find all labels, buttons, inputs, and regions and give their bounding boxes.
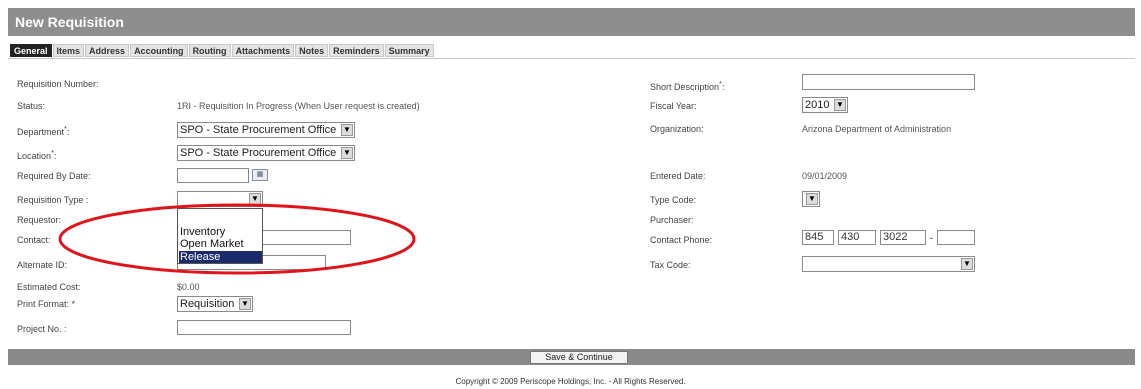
tab-summary[interactable]: Summary xyxy=(384,44,434,57)
entered-date-label: Entered Date: xyxy=(650,171,706,181)
purchaser-label: Purchaser: xyxy=(650,215,694,225)
fiscal-year-label: Fiscal Year: xyxy=(650,101,697,111)
fiscal-year-value: 2010 xyxy=(805,99,830,111)
location-label: Location*: xyxy=(17,148,57,161)
project-no-label: Project No. : xyxy=(17,324,67,334)
location-label-text: Location xyxy=(17,151,52,161)
page-title: New Requisition xyxy=(8,8,1135,36)
tab-notes[interactable]: Notes xyxy=(295,44,329,57)
chevron-down-icon: ▼ xyxy=(806,193,818,205)
chevron-down-icon: ▼ xyxy=(961,258,973,270)
tab-routing[interactable]: Routing xyxy=(188,44,231,57)
tax-code-label: Tax Code: xyxy=(650,260,691,270)
phone-extension-input[interactable] xyxy=(937,230,975,245)
chevron-down-icon: ▼ xyxy=(341,124,353,136)
tab-bar: General Items Address Accounting Routing… xyxy=(10,44,434,57)
print-format-select[interactable]: Requisition ▼ xyxy=(177,296,253,312)
tab-accounting[interactable]: Accounting xyxy=(130,44,188,57)
phone-prefix-input[interactable]: 430 xyxy=(838,230,876,245)
short-description-label-text: Short Description xyxy=(650,82,720,92)
short-description-label: Short Description*: xyxy=(650,79,725,92)
department-label-text: Department xyxy=(17,127,65,137)
organization-value: Arizona Department of Administration xyxy=(802,124,952,134)
annotation-ellipse xyxy=(58,203,416,275)
status-value: 1RI - Requisition In Progress (When User… xyxy=(177,101,420,111)
department-select[interactable]: SPO - State Procurement Office ▼ xyxy=(177,122,355,138)
phone-area-input[interactable]: 845 xyxy=(802,230,834,245)
estimated-cost-value: $0.00 xyxy=(177,282,200,292)
organization-label: Organization: xyxy=(650,124,704,134)
tab-divider xyxy=(8,58,1135,59)
location-select[interactable]: SPO - State Procurement Office ▼ xyxy=(177,145,355,161)
type-code-select[interactable]: ▼ xyxy=(802,191,820,207)
calendar-icon[interactable]: ▦ xyxy=(252,169,268,181)
tab-general[interactable]: General xyxy=(10,44,52,57)
tab-attachments[interactable]: Attachments xyxy=(231,44,295,57)
fiscal-year-select[interactable]: 2010 ▼ xyxy=(802,97,848,113)
project-no-input[interactable] xyxy=(177,320,351,335)
location-select-value: SPO - State Procurement Office xyxy=(180,147,337,159)
tab-reminders[interactable]: Reminders xyxy=(329,44,384,57)
status-label: Status: xyxy=(17,101,46,111)
print-format-label: Print Format: * xyxy=(17,299,76,309)
department-select-value: SPO - State Procurement Office xyxy=(180,124,337,136)
entered-date-value: 09/01/2009 xyxy=(802,171,848,181)
contact-label: Contact: xyxy=(17,235,51,245)
save-continue-button[interactable]: Save & Continue xyxy=(530,351,628,364)
tab-address[interactable]: Address xyxy=(85,44,130,57)
phone-separator: - xyxy=(930,233,933,243)
department-label: Department*: xyxy=(17,124,70,137)
contact-phone-label: Contact Phone: xyxy=(650,235,713,245)
copyright-text: Copyright © 2009 Periscope Holdings, Inc… xyxy=(455,377,686,386)
tax-code-select[interactable]: ▼ xyxy=(802,256,975,272)
estimated-cost-label: Estimated Cost: xyxy=(17,282,81,292)
requisition-number-label: Requisition Number: xyxy=(17,79,99,89)
required-by-date-label: Required By Date: xyxy=(17,171,91,181)
type-code-label: Type Code: xyxy=(650,195,697,205)
phone-line-input[interactable]: 3022 xyxy=(880,230,926,245)
tab-items[interactable]: Items xyxy=(52,44,85,57)
chevron-down-icon: ▼ xyxy=(239,298,251,310)
short-description-input[interactable] xyxy=(802,74,975,90)
chevron-down-icon: ▼ xyxy=(834,99,846,111)
print-format-value: Requisition xyxy=(180,298,235,310)
chevron-down-icon: ▼ xyxy=(341,147,353,159)
required-by-date-input[interactable] xyxy=(177,168,249,183)
